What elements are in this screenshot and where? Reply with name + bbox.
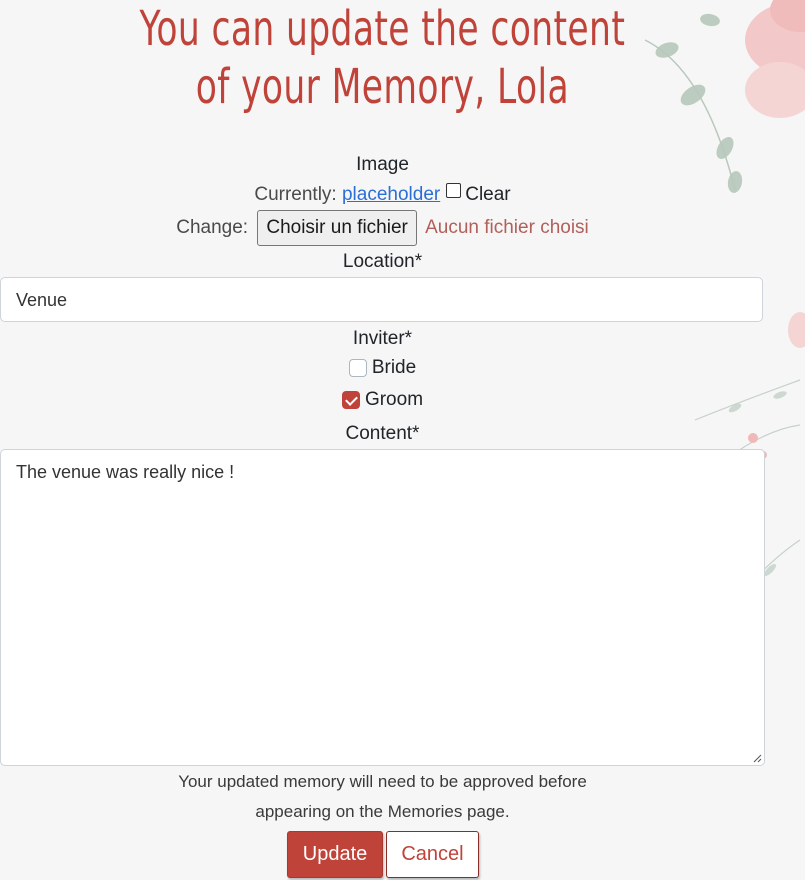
update-button[interactable]: Update bbox=[287, 831, 383, 878]
content-textarea[interactable]: The venue was really nice ! bbox=[0, 449, 765, 766]
content-label: Content* bbox=[345, 423, 420, 444]
image-change-row: Change: Choisir un fichier Aucun fichier… bbox=[0, 210, 765, 246]
inviter-option-bride[interactable]: Bride bbox=[0, 357, 765, 379]
page-title-line-2: of your Memory, Lola bbox=[195, 59, 569, 115]
current-image-link[interactable]: placeholder bbox=[342, 184, 440, 205]
location-input[interactable]: Venue bbox=[0, 277, 763, 322]
bride-checkbox[interactable] bbox=[348, 359, 367, 377]
approval-note-line-1: Your updated memory will need to be appr… bbox=[178, 772, 587, 791]
currently-label: Currently: bbox=[254, 184, 337, 205]
groom-checkbox[interactable] bbox=[341, 391, 360, 409]
clear-image-checkbox[interactable] bbox=[446, 183, 462, 198]
location-label: Location* bbox=[342, 251, 423, 272]
content-text: The venue was really nice ! bbox=[16, 462, 235, 482]
cancel-button[interactable]: Cancel bbox=[386, 831, 479, 878]
approval-note-line-2: appearing on the Memories page. bbox=[255, 802, 510, 821]
image-current-row: Currently: placeholder Clear bbox=[0, 183, 765, 207]
image-label: Image bbox=[356, 154, 409, 175]
bride-label: Bride bbox=[371, 357, 417, 378]
resize-grip-icon[interactable] bbox=[752, 753, 762, 763]
no-file-chosen-text: Aucun fichier choisi bbox=[425, 217, 589, 239]
change-label: Change: bbox=[176, 217, 249, 239]
inviter-label: Inviter* bbox=[352, 328, 413, 349]
choose-file-button[interactable]: Choisir un fichier bbox=[257, 210, 417, 246]
inviter-option-groom[interactable]: Groom bbox=[0, 389, 765, 411]
clear-label: Clear bbox=[465, 184, 511, 205]
page-title: You can update the content of your Memor… bbox=[107, 0, 658, 116]
page-title-line-1: You can update the content bbox=[139, 1, 626, 57]
groom-label: Groom bbox=[364, 389, 424, 410]
